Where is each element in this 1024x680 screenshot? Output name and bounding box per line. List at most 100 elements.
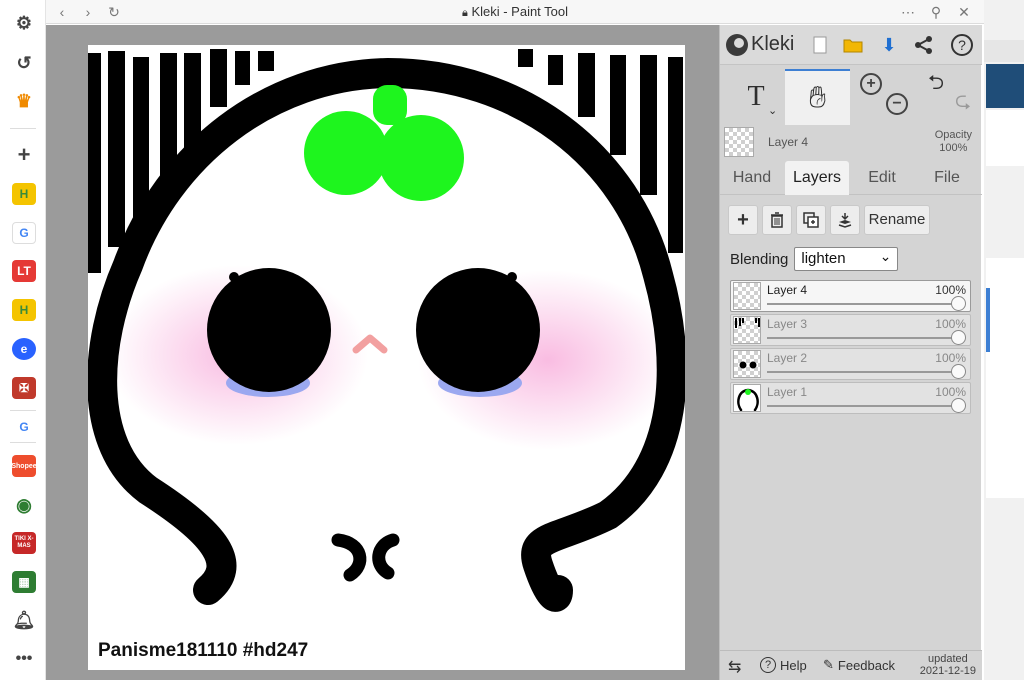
updated-info: updated 2021-12-19: [920, 653, 976, 677]
layer-name: Layer 4: [767, 283, 808, 297]
help-icon[interactable]: ?: [948, 31, 976, 59]
google-icon[interactable]: G: [12, 222, 36, 244]
close-icon[interactable]: ✕: [954, 2, 974, 22]
layer-opacity-slider[interactable]: [951, 364, 966, 379]
bell-icon[interactable]: 🔔︎: [12, 609, 36, 631]
hand-tool-icon[interactable]: ✋︎: [785, 69, 850, 125]
layer-opacity-slider[interactable]: [951, 398, 966, 413]
pin-icon[interactable]: ⚲: [926, 2, 946, 22]
layer-opacity-slider[interactable]: [951, 330, 966, 345]
undo-icon[interactable]: ⮌: [923, 72, 949, 97]
sidebar-divider: [10, 128, 36, 129]
plus-icon[interactable]: +: [12, 142, 36, 167]
rename-layer-button[interactable]: Rename: [864, 205, 930, 235]
updated-date: 2021-12-19: [919, 665, 976, 677]
help-label: Help: [780, 657, 807, 673]
add-layer-button[interactable]: +: [728, 205, 758, 235]
blending-label: Blending: [730, 250, 789, 268]
kleki-logo-icon: [726, 33, 748, 56]
swap-sides-icon[interactable]: ⇆: [728, 657, 741, 677]
layer-item[interactable]: Layer 3 100%: [730, 314, 971, 346]
crown-icon[interactable]: ♛: [12, 90, 36, 112]
tiki-label: TIKI X-MAS: [14, 536, 34, 549]
sidebar-divider: [10, 442, 36, 443]
more-options-icon[interactable]: ⋯: [898, 2, 918, 22]
slice-banner: [986, 64, 1024, 108]
layer-opacity: 100%: [935, 385, 966, 399]
zoom-in-icon[interactable]: +: [860, 73, 882, 95]
sheet-icon[interactable]: ▦: [12, 571, 36, 593]
feedback-label: Feedback: [837, 657, 895, 673]
help-link[interactable]: ? Help: [760, 657, 807, 673]
layer-item[interactable]: Layer 2 100%: [730, 348, 971, 380]
feedback-icon: ✎: [823, 657, 834, 672]
shopee-label: Shopee: [11, 462, 37, 470]
h-app-icon[interactable]: H: [12, 183, 36, 205]
more-icon[interactable]: •••: [12, 648, 36, 670]
canvas-workarea[interactable]: Panisme181110 #hd247: [46, 25, 719, 680]
updated-label: updated: [927, 653, 968, 665]
opacity-label: Opacity: [934, 129, 972, 141]
kleki-logo-text: Kleki: [751, 33, 795, 55]
panel-bottombar: ⇆ ? Help ✎ Feedback updated 2021-12-19: [720, 650, 982, 680]
left-eye-highlight: [229, 272, 239, 282]
kleki-panel: Kleki ⬇ ? T ⌄ ✋︎ + − ⮌ ⮎ Layer 4 Opacity…: [719, 25, 982, 680]
slice-block: [984, 40, 1024, 62]
chevron-down-icon[interactable]: ⌄: [768, 103, 777, 117]
history-icon[interactable]: ↺: [12, 52, 36, 74]
screen: ⚙ ↺ ♛ + H G LT H e ✠ G Shopee ◉ TIKI X-M…: [0, 0, 1024, 680]
opacity-readout: Opacity 100%: [935, 129, 972, 155]
tab-layers[interactable]: Layers: [785, 161, 849, 195]
sprout-leaf-right: [378, 115, 464, 201]
help-circle-icon: ?: [760, 657, 776, 673]
layer-opacity-track: [767, 303, 958, 305]
slice-accent: [986, 288, 990, 352]
layer-opacity-track: [767, 337, 958, 339]
lt-app-icon[interactable]: LT: [12, 260, 36, 282]
tab-edit[interactable]: Edit: [850, 161, 914, 195]
h-app-icon[interactable]: H: [12, 299, 36, 321]
kleki-logo[interactable]: Kleki: [726, 33, 794, 56]
duplicate-layer-button[interactable]: [796, 205, 826, 235]
window-title-text: Kleki - Paint Tool: [471, 4, 569, 19]
blending-row: Blending lighten: [730, 245, 899, 271]
right-eye-highlight: [507, 272, 517, 282]
blue-app-icon[interactable]: e: [12, 338, 36, 360]
delete-layer-button[interactable]: [762, 205, 792, 235]
slice-panel: [986, 110, 1024, 166]
artwork-credit: Panisme181110 #hd247: [98, 640, 309, 661]
trash-icon: [771, 212, 783, 228]
mouth-right: [372, 533, 400, 580]
layer-opacity: 100%: [935, 351, 966, 365]
layer-opacity: 100%: [935, 317, 966, 331]
google-icon[interactable]: G: [12, 416, 36, 438]
right-eye: [416, 268, 540, 392]
sprout-leaf-left: [304, 111, 388, 195]
merge-layer-button[interactable]: [830, 205, 860, 235]
tiki-xmas-icon[interactable]: TIKI X-MAS: [12, 532, 36, 554]
layer-opacity-track: [767, 405, 958, 407]
download-icon[interactable]: ⬇: [875, 31, 903, 59]
chrome-badge-icon[interactable]: ◉: [12, 494, 36, 516]
share-icon[interactable]: [910, 31, 938, 59]
shield-app-icon[interactable]: ✠: [12, 377, 36, 399]
gear-icon[interactable]: ⚙: [12, 12, 36, 34]
open-folder-icon[interactable]: [839, 31, 867, 59]
lt-app-label: LT: [17, 264, 31, 278]
layer-item[interactable]: Layer 1 100%: [730, 382, 971, 414]
feedback-link[interactable]: ✎ Feedback: [823, 657, 895, 673]
new-file-icon[interactable]: [806, 31, 834, 59]
drawing-canvas[interactable]: Panisme181110 #hd247: [88, 45, 685, 670]
shopee-icon[interactable]: Shopee: [11, 455, 37, 477]
layer-item[interactable]: Layer 4 100%: [730, 280, 971, 312]
sidebar-divider: [10, 410, 36, 411]
tab-file[interactable]: File: [915, 161, 979, 195]
layer-opacity-slider[interactable]: [951, 296, 966, 311]
mouth-left: [331, 533, 367, 582]
background-page-slice: [984, 0, 1024, 680]
kleki-topbar: Kleki ⬇ ?: [720, 25, 982, 65]
tab-hand[interactable]: Hand: [720, 161, 784, 195]
zoom-out-icon[interactable]: −: [886, 93, 908, 115]
redo-icon[interactable]: ⮎: [950, 90, 976, 115]
blending-select[interactable]: lighten: [794, 245, 899, 271]
